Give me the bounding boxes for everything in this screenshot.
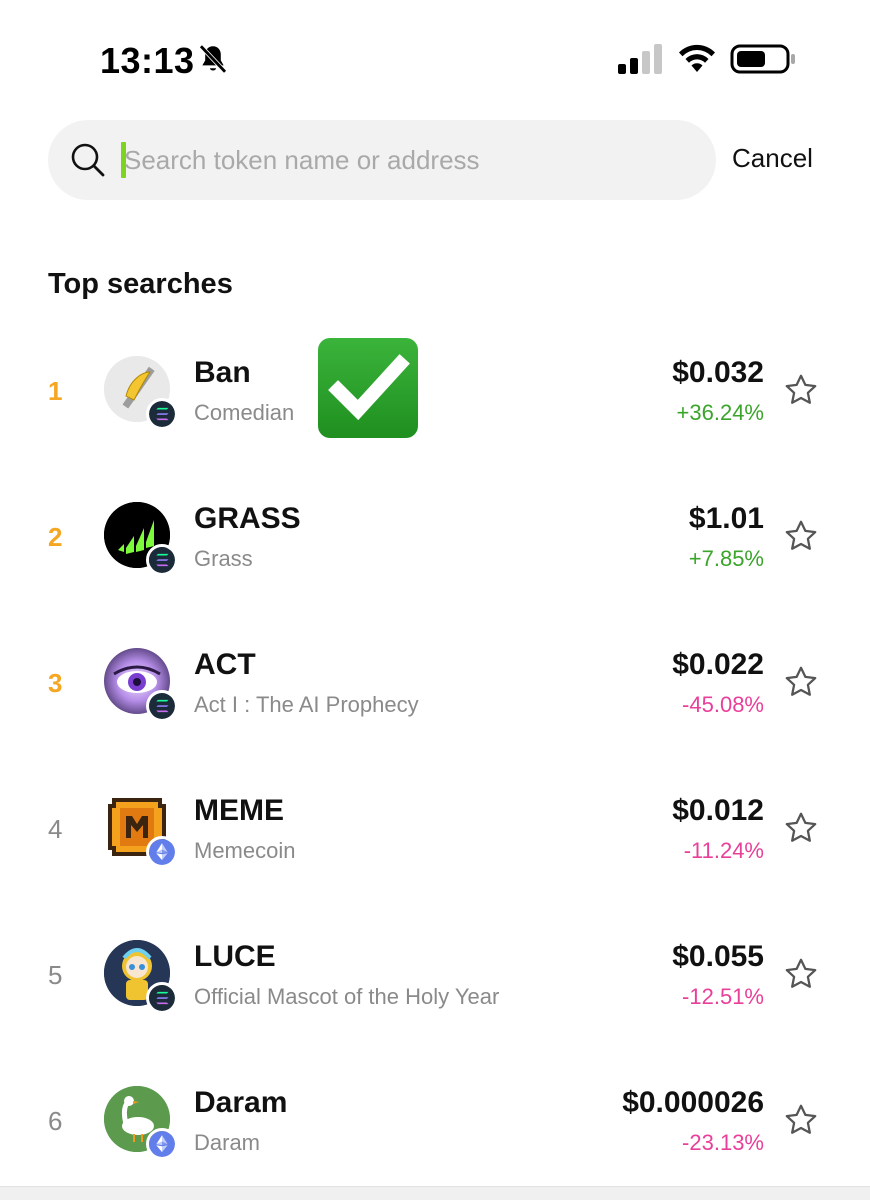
token-symbol: MEME xyxy=(194,794,284,827)
token-change: -23.13% xyxy=(682,1130,764,1155)
token-name: Official Mascot of the Holy Year xyxy=(194,984,500,1009)
battery-icon xyxy=(730,44,795,74)
section-title: Top searches xyxy=(48,268,233,300)
star-icon[interactable] xyxy=(783,664,819,700)
token-name: Comedian xyxy=(194,400,295,425)
token-price: $0.012 xyxy=(672,794,764,827)
search-bar[interactable] xyxy=(48,120,716,200)
bottom-edge xyxy=(0,1186,870,1200)
status-time: 13:13 xyxy=(100,40,195,81)
star-icon[interactable] xyxy=(783,372,819,408)
token-row[interactable]: 1 Ban Comedian $0.032 +36.24% xyxy=(0,320,870,460)
token-rank: 4 xyxy=(48,814,63,844)
solana-chain-icon xyxy=(146,544,178,576)
token-symbol: Daram xyxy=(194,1086,288,1119)
token-price: $1.01 xyxy=(688,502,764,535)
token-name: Act I : The AI Prophecy xyxy=(194,692,419,717)
search-icon xyxy=(71,143,105,177)
star-icon[interactable] xyxy=(783,1102,819,1138)
token-row[interactable]: 4 MEME Memecoin $0.012 -11.24% xyxy=(0,758,870,898)
solana-chain-icon xyxy=(146,982,178,1014)
cell-signal-icon xyxy=(618,44,662,74)
token-row[interactable]: 6 Daram Daram $0.000026 -23.13% xyxy=(0,1050,870,1190)
token-change: -12.51% xyxy=(682,984,764,1009)
bell-muted-icon xyxy=(199,44,227,74)
cancel-button[interactable]: Cancel xyxy=(732,143,813,174)
status-bar: 13:13 xyxy=(0,0,870,110)
token-row[interactable]: 2 GRASS Grass $1.01 +7.85% xyxy=(0,466,870,606)
ethereum-chain-icon xyxy=(146,836,178,868)
token-rank: 5 xyxy=(48,960,63,990)
token-symbol: ACT xyxy=(194,648,256,681)
token-change: -11.24% xyxy=(683,838,764,863)
token-rank: 3 xyxy=(48,668,63,698)
token-rank: 2 xyxy=(48,522,63,552)
solana-chain-icon xyxy=(146,690,178,722)
search-input[interactable] xyxy=(124,134,694,186)
solana-chain-icon xyxy=(146,398,178,430)
token-price: $0.000026 xyxy=(622,1086,764,1119)
token-price: $0.055 xyxy=(672,940,764,973)
star-icon[interactable] xyxy=(783,956,819,992)
token-name: Grass xyxy=(194,546,253,571)
token-symbol: Ban xyxy=(194,356,251,389)
token-price: $0.032 xyxy=(672,356,764,389)
token-symbol: GRASS xyxy=(194,502,301,535)
token-symbol: LUCE xyxy=(194,940,276,973)
token-change: -45.08% xyxy=(682,692,764,717)
token-change: +36.24% xyxy=(676,400,764,425)
wifi-icon xyxy=(679,44,715,72)
check-mark-icon xyxy=(318,338,418,438)
token-row[interactable]: 3 ACT Act I: The AI Prophecy $0.022 -45… xyxy=(0,612,870,752)
token-rank: 6 xyxy=(48,1106,63,1136)
star-icon[interactable] xyxy=(783,518,819,554)
ethereum-chain-icon xyxy=(146,1128,178,1160)
star-icon[interactable] xyxy=(783,810,819,846)
token-rank: 1 xyxy=(48,376,63,406)
token-name: Memecoin xyxy=(194,838,296,863)
token-price: $0.022 xyxy=(672,648,764,681)
token-change: +7.85% xyxy=(688,546,764,571)
token-name: Daram xyxy=(194,1130,261,1155)
token-row[interactable]: 5 LUCE Official Mascot of the Holy Year … xyxy=(0,904,870,1044)
